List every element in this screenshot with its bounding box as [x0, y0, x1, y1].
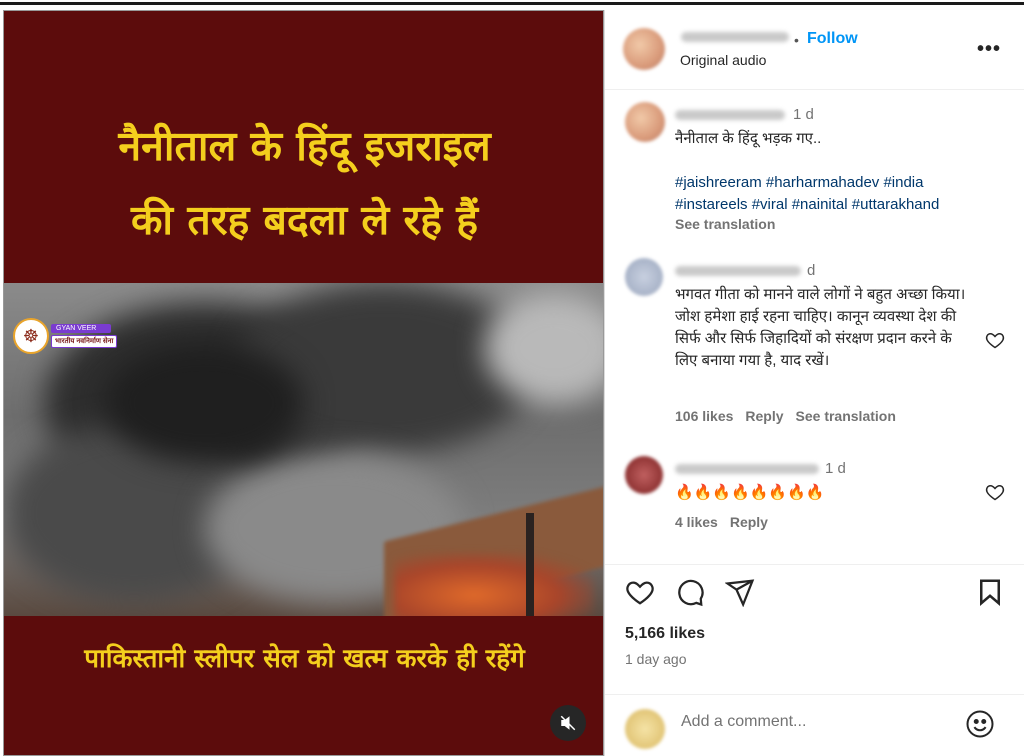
comment-meta: 4 likes Reply: [675, 514, 780, 530]
post-side-panel: • Follow Original audio ••• 1 d नैनीताल …: [604, 10, 1024, 756]
like-button[interactable]: [625, 577, 655, 612]
heart-icon: [626, 581, 654, 605]
comment-avatar[interactable]: [625, 456, 663, 494]
follow-button[interactable]: Follow: [807, 30, 858, 48]
comment-avatar[interactable]: [625, 258, 663, 296]
audio-label[interactable]: Original audio: [680, 52, 766, 68]
channel-logo: ☸ GYAN VEER भारतीय नवनिर्माण सेना: [13, 318, 118, 354]
current-user-avatar: [625, 709, 665, 749]
comment-time: 1 d: [825, 460, 846, 477]
heart-outline-icon: [985, 332, 1005, 349]
mute-button[interactable]: [550, 705, 586, 741]
headline-line-2: की तरह बदला ले रहे हैं: [130, 196, 479, 244]
caption-hashtags-2[interactable]: #instareels #viral #nainital #uttarakhan…: [675, 194, 939, 216]
smiley-icon: [966, 710, 994, 738]
separator-dot: •: [794, 32, 799, 48]
comment-like-button[interactable]: [985, 482, 1005, 507]
post-date: 1 day ago: [625, 651, 687, 667]
comment-username-redacted[interactable]: [675, 464, 819, 474]
comment-username-redacted[interactable]: [675, 266, 801, 276]
share-button[interactable]: [724, 577, 755, 612]
bookmark-icon: [980, 579, 1000, 606]
save-button[interactable]: [975, 577, 1005, 612]
author-username-redacted[interactable]: [681, 32, 789, 42]
add-comment-bar: [605, 694, 1024, 756]
comment-reply-button[interactable]: Reply: [730, 514, 768, 530]
comment-see-translation[interactable]: See translation: [796, 408, 896, 424]
media-headline: नैनीताल के हिंदू इजराइल की तरह बदला ले र…: [4, 109, 603, 257]
media-bottom-text: पाकिस्तानी स्लीपर सेल को खत्म करके ही रह…: [84, 644, 525, 674]
comment-text: 🔥🔥🔥🔥🔥🔥🔥🔥: [675, 484, 825, 501]
comment-like-button[interactable]: [985, 330, 1005, 355]
comment-text: भगवत गीता को मानने वाले लोगों ने बहुत अच…: [675, 286, 966, 369]
comment-time: d: [807, 262, 816, 279]
comments-list[interactable]: 1 d नैनीताल के हिंदू भड़क गए.. #jaishree…: [605, 90, 1024, 564]
post-header: • Follow Original audio •••: [605, 10, 1024, 90]
comment-bubble-icon: [678, 579, 704, 607]
speaker-muted-icon: [560, 715, 576, 731]
logo-tag-primary: GYAN VEER: [51, 324, 111, 333]
caption-hashtags-1[interactable]: #jaishreeram #harharmahadev #india: [675, 172, 923, 194]
emoji-picker-button[interactable]: [965, 709, 995, 744]
comment-reply-button[interactable]: Reply: [745, 408, 783, 424]
add-comment-input[interactable]: [681, 713, 961, 731]
post-media[interactable]: नैनीताल के हिंदू इजराइल की तरह बदला ले र…: [3, 10, 604, 756]
comment-likes[interactable]: 106 likes: [675, 408, 733, 424]
paper-plane-icon: [724, 579, 755, 608]
comment-button[interactable]: [675, 577, 705, 612]
caption-author-avatar[interactable]: [625, 102, 665, 142]
caption-time: 1 d: [793, 106, 814, 123]
heart-outline-icon: [985, 484, 1005, 501]
headline-line-1: नैनीताल के हिंदू इजराइल: [118, 122, 491, 170]
more-options-button[interactable]: •••: [977, 38, 1001, 61]
post-likes-count[interactable]: 5,166 likes: [625, 625, 705, 643]
comment-likes[interactable]: 4 likes: [675, 514, 718, 530]
browser-top-edge: [0, 0, 1024, 10]
logo-tag-secondary: भारतीय नवनिर्माण सेना: [51, 335, 118, 348]
comment-meta: 106 likes Reply See translation: [675, 408, 908, 424]
post-actions: 5,166 likes 1 day ago: [605, 564, 1024, 694]
logo-avatar-icon: ☸: [13, 318, 49, 354]
caption-username-redacted[interactable]: [675, 110, 785, 120]
caption-see-translation[interactable]: See translation: [675, 216, 775, 232]
caption-text: नैनीताल के हिंदू भड़क गए..: [675, 130, 822, 147]
author-avatar[interactable]: [623, 28, 665, 70]
